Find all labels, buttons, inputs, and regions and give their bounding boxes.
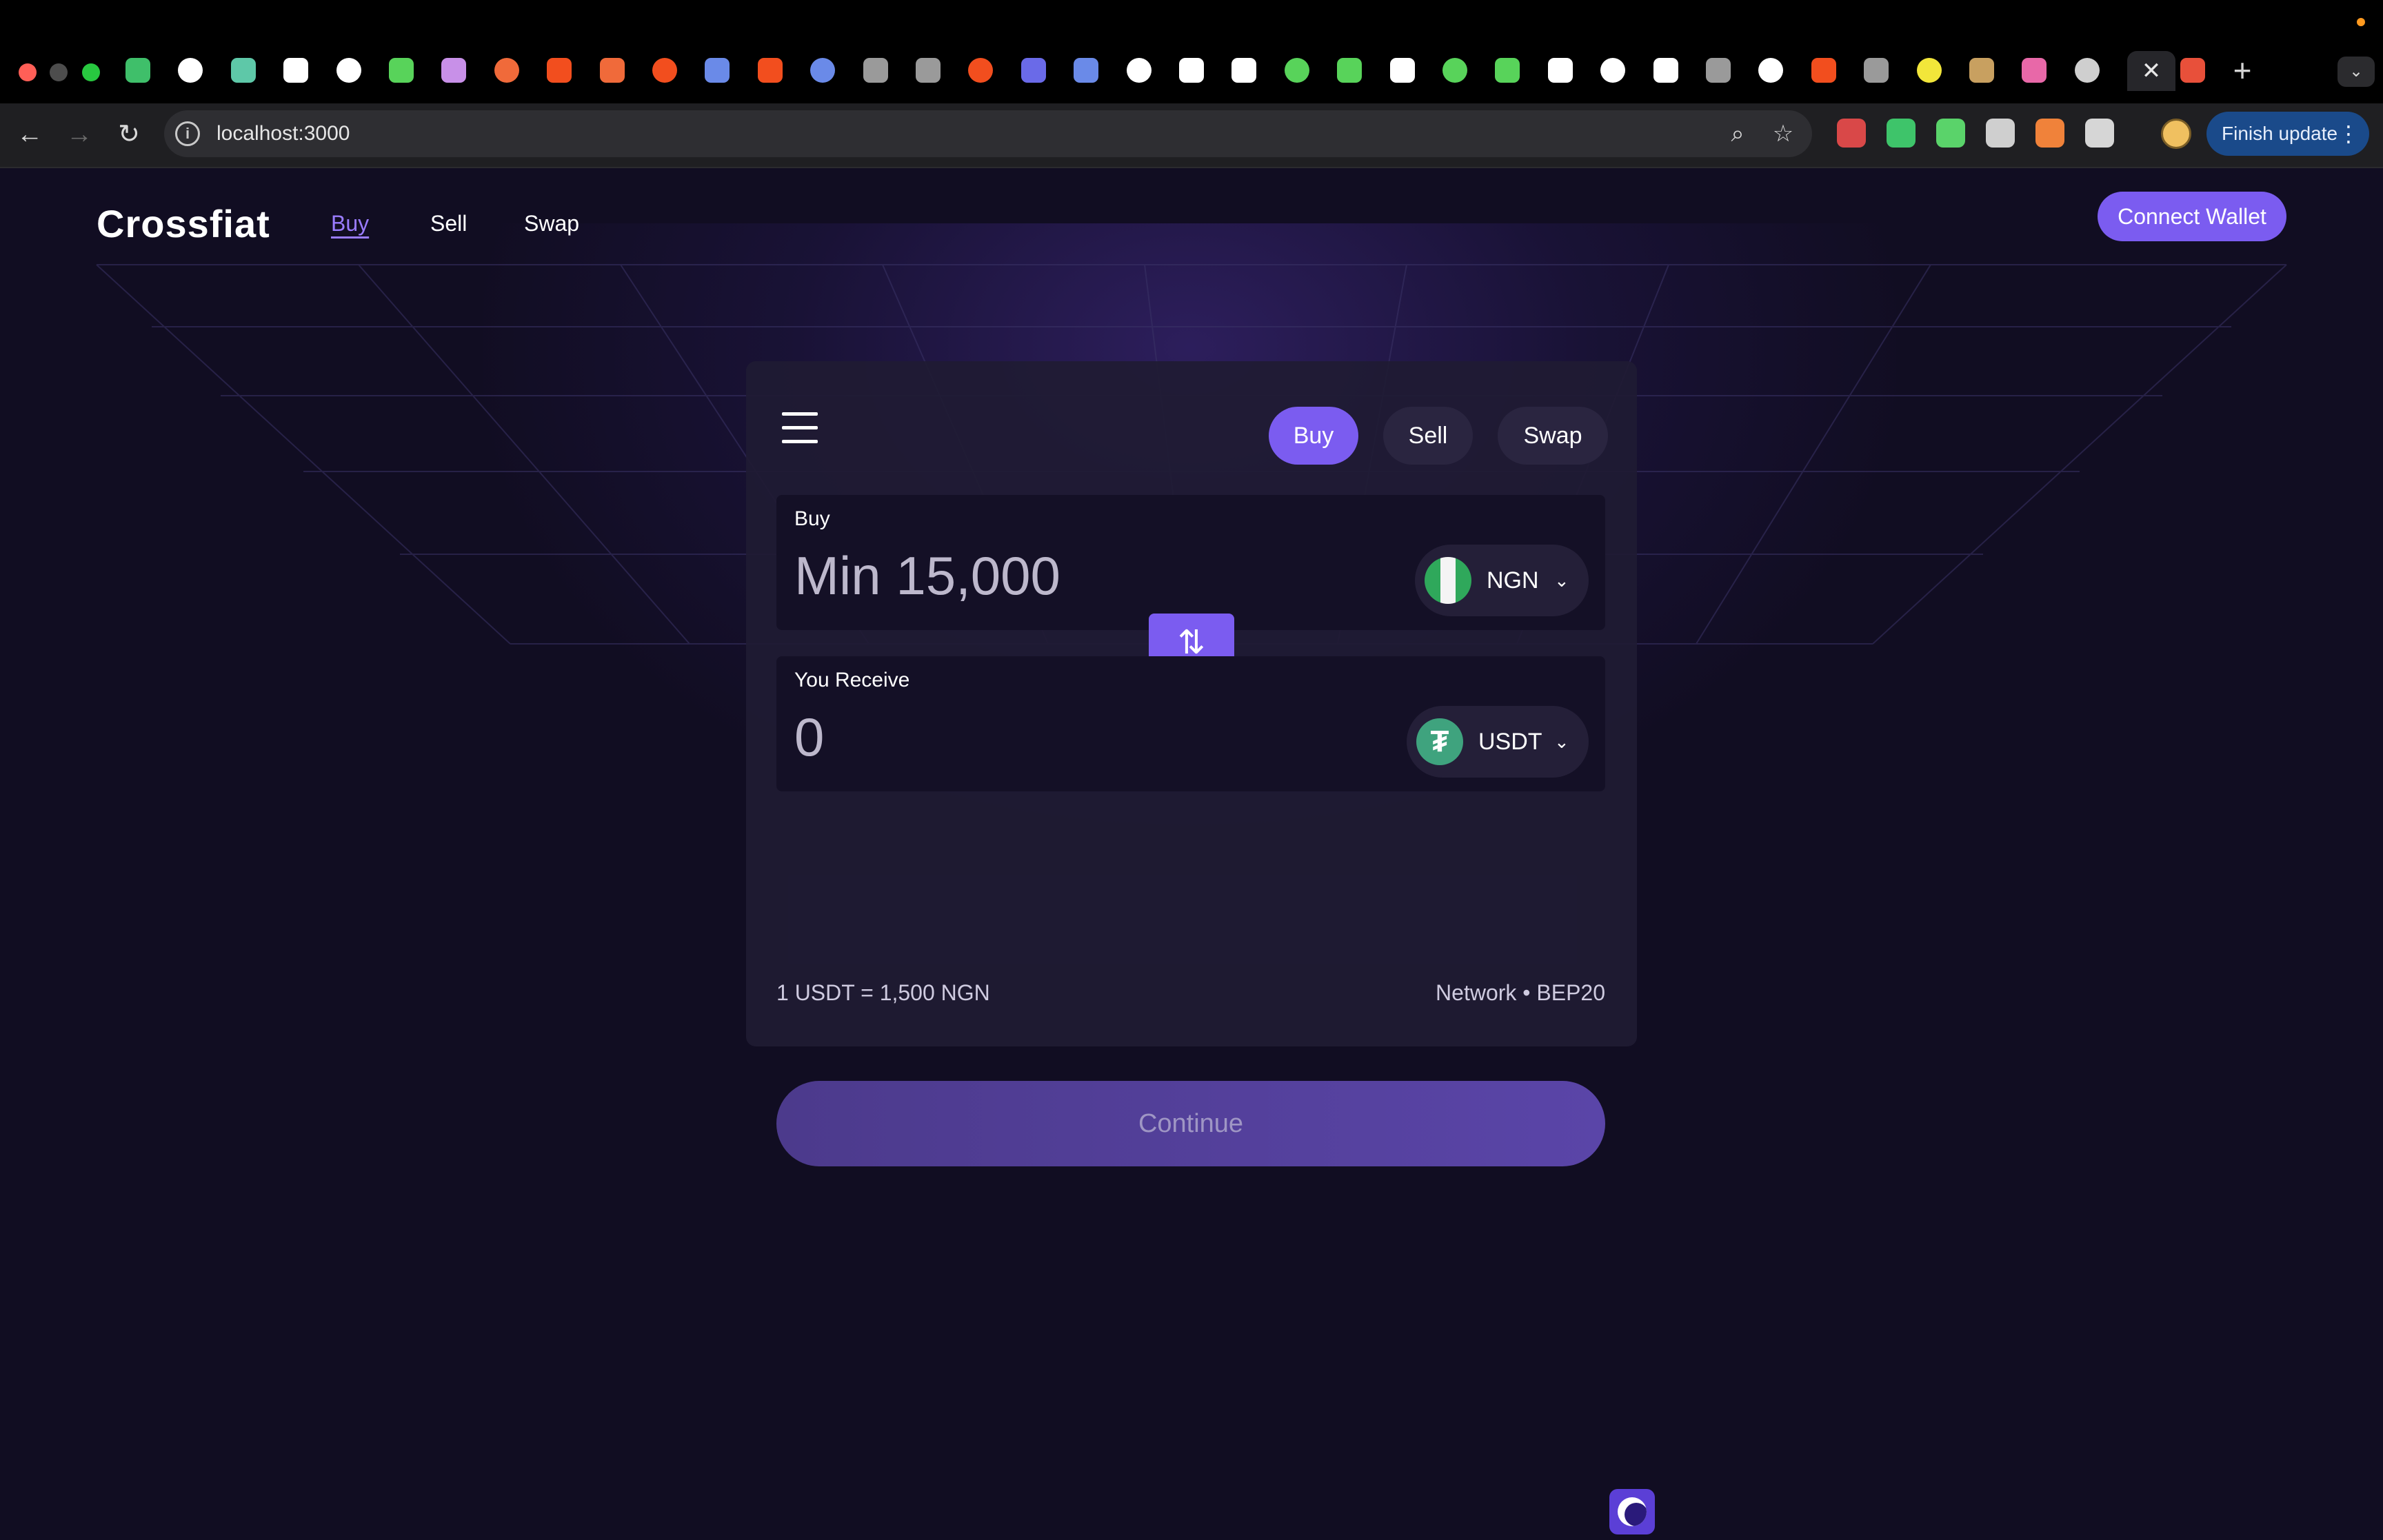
browser-tab-favicon[interactable]	[916, 58, 941, 83]
floating-assistant-button[interactable]	[1609, 1489, 1655, 1534]
fox-icon[interactable]	[2035, 119, 2064, 148]
browser-tab-favicon[interactable]	[1653, 58, 1678, 83]
browser-tab-favicon[interactable]	[1442, 58, 1467, 83]
browser-tab-favicon[interactable]	[863, 58, 888, 83]
finish-update-label: Finish update	[2222, 123, 2338, 144]
browser-tab-favicon[interactable]	[1021, 58, 1046, 83]
page-viewport: Crossfiat Buy Sell Swap Connect Wallet B…	[0, 168, 2383, 1540]
browser-tab-strip: ✕ + ⌄	[0, 0, 2383, 103]
grid-red-icon[interactable]	[1837, 119, 1866, 148]
browser-tabs: ✕	[125, 51, 2235, 91]
receive-panel: You Receive 0 ₮ USDT ⌄	[776, 656, 1605, 791]
browser-tab-favicon[interactable]	[494, 58, 519, 83]
browser-tab-favicon[interactable]	[1285, 58, 1309, 83]
browser-tab-favicon[interactable]	[1337, 58, 1362, 83]
browser-tab-favicon[interactable]	[1495, 58, 1520, 83]
browser-tab-favicon[interactable]	[389, 58, 414, 83]
browser-tab-favicon[interactable]	[125, 58, 150, 83]
browser-tab-favicon[interactable]	[1179, 58, 1204, 83]
exchange-rate: 1 USDT = 1,500 NGN	[776, 980, 990, 1005]
browser-tab-favicon[interactable]	[1390, 58, 1415, 83]
connect-wallet-button[interactable]: Connect Wallet	[2098, 192, 2286, 241]
browser-tab-favicon[interactable]	[968, 58, 993, 83]
more-menu-icon[interactable]: ⋮	[2337, 112, 2360, 156]
chart-green-icon[interactable]	[1936, 119, 1965, 148]
bookmark-star-icon[interactable]: ☆	[1768, 119, 1798, 149]
finish-update-button[interactable]: Finish update ⋮	[2206, 112, 2369, 156]
tether-icon: ₮	[1416, 718, 1463, 765]
tab-buy[interactable]: Buy	[1269, 407, 1358, 465]
tab-sell[interactable]: Sell	[1383, 407, 1473, 465]
brand-logo[interactable]: Crossfiat	[97, 193, 270, 255]
browser-tab-favicon[interactable]	[600, 58, 625, 83]
pay-currency-select[interactable]: NGN ⌄	[1415, 545, 1589, 616]
browser-tab-favicon[interactable]	[1811, 58, 1836, 83]
vee-icon[interactable]	[1986, 119, 2015, 148]
browser-tab-favicon[interactable]	[178, 58, 203, 83]
receive-amount-value: 0	[794, 707, 825, 767]
chevron-down-icon: ⌄	[1554, 570, 1569, 591]
chevron-down-icon: ⌄	[1554, 731, 1569, 752]
browser-tab-favicon[interactable]	[652, 58, 677, 83]
browser-tab-favicon[interactable]	[336, 58, 361, 83]
window-minimize-button[interactable]	[50, 63, 68, 81]
assistant-icon	[1618, 1497, 1647, 1526]
pay-panel: Buy Min 15,000 NGN ⌄	[776, 495, 1605, 630]
browser-tab-favicon[interactable]	[2075, 58, 2100, 83]
ring-green-icon[interactable]	[1887, 119, 1916, 148]
browser-tab-favicon[interactable]	[1074, 58, 1098, 83]
profile-avatar[interactable]	[2161, 119, 2191, 149]
browser-tab-favicon[interactable]	[1548, 58, 1573, 83]
browser-tab-favicon[interactable]	[1127, 58, 1152, 83]
new-tab-button[interactable]: +	[2227, 54, 2258, 86]
browser-tab-favicon[interactable]	[758, 58, 783, 83]
browser-tab-favicon[interactable]	[1706, 58, 1731, 83]
pay-label: Buy	[794, 507, 830, 530]
browser-tab-favicon[interactable]	[1231, 58, 1256, 83]
site-info-icon[interactable]: i	[175, 121, 200, 146]
window-zoom-button[interactable]	[82, 63, 100, 81]
forward-button[interactable]: →	[62, 117, 97, 152]
browser-tab-favicon[interactable]	[231, 58, 256, 83]
address-bar[interactable]	[164, 110, 1812, 157]
tab-search-button[interactable]: ⌄	[2337, 57, 2375, 87]
zoom-icon[interactable]: ⌕	[1722, 119, 1753, 149]
active-tab-close-icon[interactable]: ✕	[2127, 51, 2175, 91]
trade-widget: Buy Sell Swap Buy Min 15,000 NGN ⌄ ⇅ You…	[746, 361, 1637, 1166]
browser-tab-favicon[interactable]	[441, 58, 466, 83]
network-info: Network • BEP20	[1436, 980, 1605, 1005]
browser-tab-favicon[interactable]	[810, 58, 835, 83]
browser-tab-favicon[interactable]	[547, 58, 572, 83]
back-button[interactable]: ←	[12, 117, 47, 152]
continue-button[interactable]: Continue	[776, 1081, 1605, 1166]
browser-tab-favicon[interactable]	[1600, 58, 1625, 83]
reload-button[interactable]: ↻	[112, 117, 146, 152]
address-url[interactable]: localhost:3000	[217, 120, 350, 148]
browser-tab-favicon[interactable]	[2180, 58, 2205, 83]
receive-label: You Receive	[794, 669, 910, 691]
browser-tab-favicon[interactable]	[705, 58, 730, 83]
tab-swap[interactable]: Swap	[1498, 407, 1608, 465]
browser-tab-favicon[interactable]	[1917, 58, 1942, 83]
pay-amount-input[interactable]: Min 15,000	[794, 538, 1060, 614]
nav-buy-link[interactable]: Buy	[331, 203, 369, 244]
hamburger-menu-icon[interactable]	[782, 412, 821, 451]
receive-currency-code: USDT	[1478, 729, 1542, 755]
nav-sell-link[interactable]: Sell	[430, 203, 467, 244]
browser-tab-favicon[interactable]	[1758, 58, 1783, 83]
browser-tab-favicon[interactable]	[1969, 58, 1994, 83]
puzzle-icon[interactable]	[2085, 119, 2114, 148]
browser-tab-favicon[interactable]	[2022, 58, 2047, 83]
pay-currency-code: NGN	[1487, 567, 1539, 594]
nigeria-flag-icon	[1425, 557, 1471, 604]
browser-tab-favicon[interactable]	[283, 58, 308, 83]
browser-tab-favicon[interactable]	[1864, 58, 1889, 83]
receive-currency-select[interactable]: ₮ USDT ⌄	[1407, 706, 1589, 778]
window-close-button[interactable]	[19, 63, 37, 81]
nav-swap-link[interactable]: Swap	[524, 203, 579, 244]
update-indicator-icon	[2357, 18, 2365, 26]
